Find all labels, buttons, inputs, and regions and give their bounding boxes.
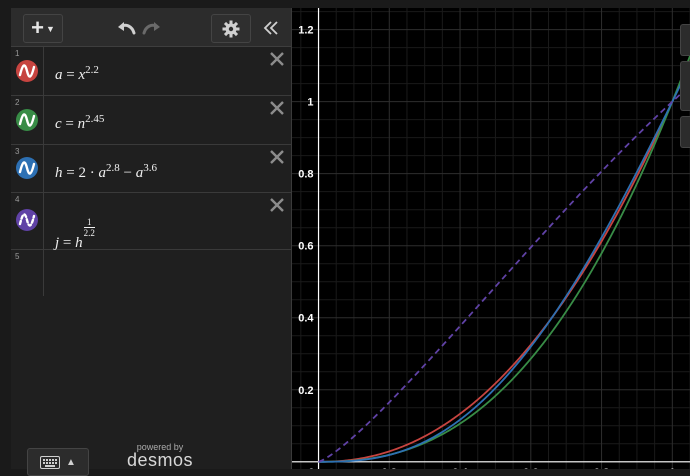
expression-gutter: 2: [11, 96, 44, 144]
expression-number: 3: [15, 147, 20, 156]
graph-visibility-icon[interactable]: [16, 109, 38, 131]
expression-math[interactable]: a = x2.2: [55, 64, 99, 84]
add-item-button[interactable]: + ▼: [23, 14, 63, 43]
expression-number: 1: [15, 49, 20, 58]
expression-row[interactable]: 3 h = 2 · a2.8 − a3.6: [11, 145, 291, 193]
expression-panel: + ▼ 1 a = x2.2 2 c = n2.45 3 h = 2 · a2.…: [11, 8, 292, 476]
caret-down-icon: ▼: [45, 23, 55, 34]
keypad-toggle-button[interactable]: ▲: [27, 448, 89, 476]
collapse-panel-button[interactable]: [258, 14, 284, 41]
desmos-logo: desmos: [126, 450, 194, 470]
y-tick-label: 0.8: [298, 169, 313, 181]
powered-by-desmos: powered by desmos: [115, 442, 205, 471]
delete-expression-icon[interactable]: [269, 100, 285, 116]
settings-button[interactable]: [211, 14, 251, 43]
delete-expression-icon[interactable]: [269, 51, 285, 67]
undo-button[interactable]: [115, 14, 139, 41]
y-tick-label: 0.6: [298, 241, 313, 253]
expression-number: 2: [15, 98, 20, 107]
graph-paper[interactable]: 00.20.40.60.810.20.40.60.811.2: [292, 8, 690, 469]
y-tick-label: 1: [307, 97, 313, 109]
delete-expression-icon[interactable]: [269, 197, 285, 213]
empty-expression-row[interactable]: 5: [11, 250, 291, 296]
fraction-exponent: 1 2.2: [83, 217, 95, 238]
redo-icon: [142, 21, 160, 34]
y-tick-label: 0.2: [298, 385, 313, 397]
expression-row[interactable]: 1 a = x2.2: [11, 47, 291, 96]
graph-canvas[interactable]: 00.20.40.60.810.20.40.60.811.2: [292, 8, 690, 469]
y-tick-label: 0.4: [298, 313, 314, 325]
graph-visibility-icon[interactable]: [16, 209, 38, 231]
gear-icon: [222, 20, 240, 37]
undo-icon: [118, 21, 136, 34]
curve-4: [318, 84, 690, 463]
graph-visibility-icon[interactable]: [16, 157, 38, 179]
zoom-controls-tab[interactable]: [680, 61, 690, 111]
delete-expression-icon[interactable]: [269, 149, 285, 165]
graph-visibility-icon[interactable]: [16, 60, 38, 82]
curves: [318, 55, 690, 463]
y-tick-label: 1.2: [298, 25, 313, 37]
home-zoom-tab[interactable]: [680, 116, 690, 148]
expression-gutter: 3: [11, 145, 44, 192]
expression-gutter: 1: [11, 47, 44, 95]
redo-button[interactable]: [139, 14, 163, 41]
expression-number: 5: [15, 252, 20, 261]
expression-gutter: 4: [11, 193, 44, 249]
curve-2: [318, 55, 690, 463]
double-chevron-left-icon: [263, 20, 278, 35]
graph-settings-tab[interactable]: [680, 24, 690, 56]
expression-row[interactable]: 4 j = h 1 2.2: [11, 193, 291, 252]
plus-icon: +: [31, 14, 44, 40]
expression-math[interactable]: j = h 1 2.2: [55, 217, 95, 252]
caret-up-icon: ▲: [66, 456, 76, 468]
expression-math[interactable]: c = n2.45: [55, 113, 104, 133]
expression-math[interactable]: h = 2 · a2.8 − a3.6: [55, 162, 157, 182]
curve-1: [318, 60, 690, 463]
expression-gutter: 5: [11, 250, 44, 296]
toolbar: + ▼: [11, 8, 291, 47]
keyboard-icon: [40, 455, 61, 469]
expression-number: 4: [15, 195, 20, 204]
expression-row[interactable]: 2 c = n2.45: [11, 96, 291, 145]
desmos-calculator: + ▼ 1 a = x2.2 2 c = n2.45 3 h = 2 · a2.…: [0, 0, 690, 476]
